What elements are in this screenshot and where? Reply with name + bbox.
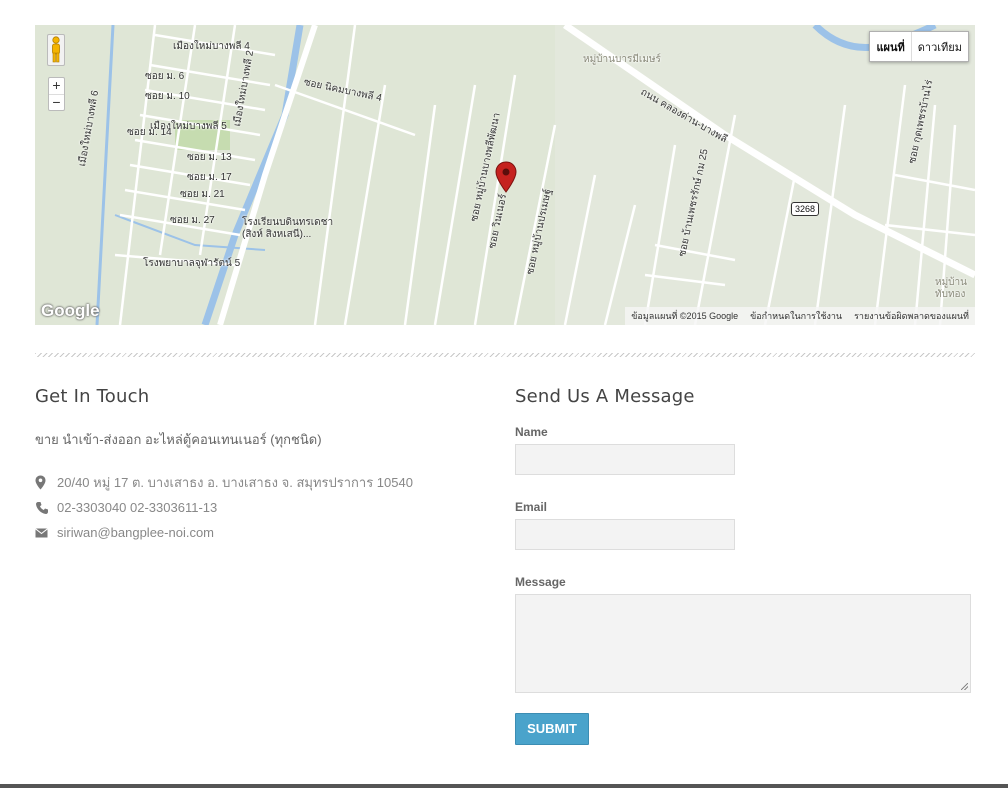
report-map-error-link[interactable]: รายงานข้อผิดพลาดของแผนที่ — [854, 309, 969, 323]
map-label: โรงพยาบาลจุฬารัตน์ 5 — [143, 258, 241, 269]
email-link[interactable]: siriwan@bangplee-noi.com — [57, 525, 214, 540]
map[interactable]: เมืองใหม่บางพลี 4 ซอย ม. 6 ซอย ม. 10 เมื… — [35, 25, 975, 325]
email-label: Email — [515, 500, 548, 514]
google-logo: Google — [41, 301, 100, 320]
map-label: เมืองใหม่บางพลี 4 — [173, 41, 250, 52]
location-pin-icon — [35, 475, 57, 490]
map-attribution: ข้อมูลแผนที่ ©2015 Google ข้อกำหนดในการใ… — [625, 307, 975, 325]
contact-heading: Get In Touch — [35, 386, 150, 407]
map-data-copyright: ข้อมูลแผนที่ ©2015 Google — [631, 311, 739, 321]
map-label: ซอย ม. 6 — [145, 71, 185, 82]
street-view-pegman[interactable] — [47, 34, 65, 66]
contact-info-section: Get In Touch ขาย นำเข้า-ส่งออก อะไหล่ตู้… — [35, 386, 475, 545]
map-label: หมู่บ้านบารมีเมษร์ — [583, 54, 661, 65]
name-label: Name — [515, 425, 548, 439]
map-label: ซอย ม. 17 — [187, 172, 232, 183]
phone-icon — [35, 501, 57, 515]
message-label: Message — [515, 575, 566, 589]
form-heading: Send Us A Message — [515, 386, 695, 407]
message-textarea[interactable] — [515, 594, 971, 693]
route-shield: 3268 — [791, 202, 820, 216]
map-label: ซอย ม. 27 — [170, 215, 215, 226]
map-label: ซอย ม. 13 — [187, 152, 232, 163]
address-row: 20/40 หมู่ 17 ต. บางเสาธง อ. บางเสาธง จ.… — [35, 470, 475, 495]
envelope-icon — [35, 527, 57, 538]
person-icon — [52, 36, 60, 63]
map-type-satellite-button[interactable]: ดาวเทียม — [910, 32, 968, 61]
zoom-in-button[interactable]: + — [49, 78, 64, 94]
email-row: siriwan@bangplee-noi.com — [35, 520, 475, 545]
zoom-out-button[interactable]: − — [49, 94, 64, 110]
company-description: ขาย นำเข้า-ส่งออก อะไหล่ตู้คอนเทนเนอร์ (… — [35, 432, 322, 447]
email-input[interactable] — [515, 519, 735, 550]
name-input[interactable] — [515, 444, 735, 475]
map-type-map-button[interactable]: แผนที่ — [870, 32, 911, 61]
map-marker-icon[interactable] — [495, 161, 517, 193]
map-label: โรงเรียนบดินทรเดชา (สิงห์ สิงหเสนี)... — [242, 217, 334, 240]
section-divider — [35, 353, 975, 357]
phone-text: 02-3303040 02-3303611-13 — [57, 500, 218, 515]
phone-row: 02-3303040 02-3303611-13 — [35, 495, 475, 520]
map-label: ซอย ม. 21 — [180, 189, 225, 200]
terms-of-use-link[interactable]: ข้อกำหนดในการใช้งาน — [750, 309, 842, 323]
contact-details: 20/40 หมู่ 17 ต. บางเสาธง อ. บางเสาธง จ.… — [35, 470, 475, 545]
map-label: หมู่บ้าน ทับทอง — [935, 277, 967, 300]
footer-bar — [0, 784, 1008, 788]
zoom-control: + − — [48, 77, 65, 111]
submit-button[interactable]: SUBMIT — [515, 713, 589, 745]
map-label: ซอย ม. 10 — [145, 91, 190, 102]
message-form: Send Us A Message Name Email Message SUB… — [515, 386, 975, 745]
map-type-control: แผนที่ ดาวเทียม — [869, 31, 969, 62]
address-text: 20/40 หมู่ 17 ต. บางเสาธง อ. บางเสาธง จ.… — [57, 475, 413, 490]
map-label: ซอย ม. 14 — [127, 127, 172, 138]
